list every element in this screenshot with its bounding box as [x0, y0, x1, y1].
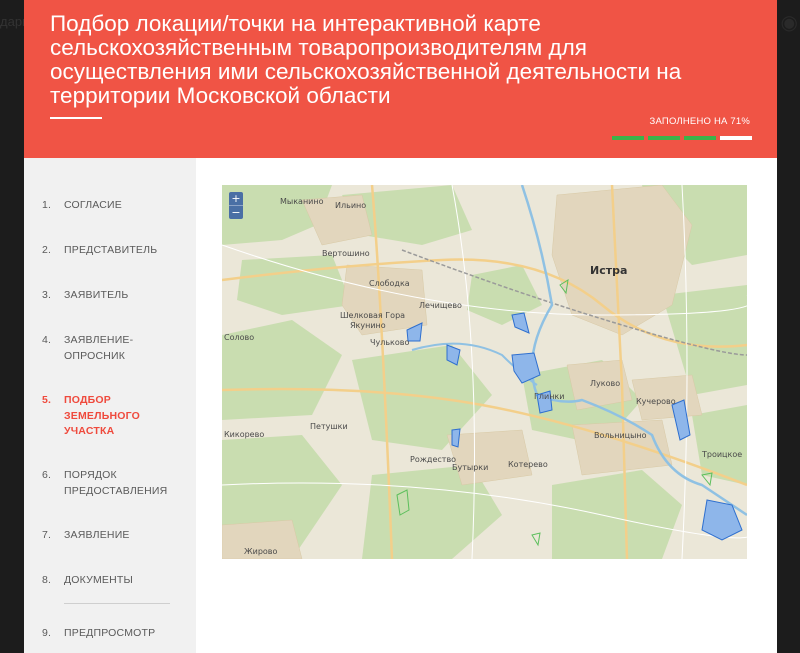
progress-segment	[648, 136, 680, 140]
progress-bar	[612, 136, 752, 140]
page-title: Подбор локации/точки на интерактивной ка…	[50, 11, 682, 108]
step-label: ПРЕДСТАВИТЕЛЬ	[64, 244, 158, 256]
backdrop-text: дарг	[0, 14, 27, 29]
progress-label: ЗАПОЛНЕНО НА 71%	[649, 116, 750, 127]
progress-segment	[720, 136, 752, 140]
map-label: Троицкое	[702, 450, 743, 459]
step-number: 4.	[42, 334, 52, 346]
step-number: 9.	[42, 627, 52, 639]
zoom-in-button[interactable]: +	[229, 192, 243, 205]
map-label: Истра	[590, 264, 628, 277]
step-item[interactable]: 1. СОГЛАСИЕ	[42, 198, 174, 214]
step-item[interactable]: 5. ПОДБОР ЗЕМЕЛЬНОГО УЧАСТКА	[42, 393, 174, 440]
step-item[interactable]: 2. ПРЕДСТАВИТЕЛЬ	[42, 243, 174, 259]
step-item[interactable]: 8. ДОКУМЕНТЫ	[42, 573, 174, 589]
step-label: ПОДБОР ЗЕМЕЛЬНОГО УЧАСТКА	[64, 394, 140, 437]
progress-segment	[612, 136, 644, 140]
wizard-modal: Подбор локации/точки на интерактивной ка…	[24, 0, 777, 653]
title-underline	[50, 117, 102, 119]
step-label: ПОРЯДОК ПРЕДОСТАВЛЕНИЯ	[64, 469, 168, 497]
step-item[interactable]: 6. ПОРЯДОК ПРЕДОСТАВЛЕНИЯ	[42, 468, 174, 499]
step-label: ЗАЯВЛЕНИЕ	[64, 529, 130, 541]
map-label: Шелковая Гора	[340, 311, 406, 320]
steps-sidebar: 1. СОГЛАСИЕ 2. ПРЕДСТАВИТЕЛЬ 3. ЗАЯВИТЕЛЬ 4. ЗА…	[24, 158, 196, 653]
map-label: Слободка	[369, 279, 410, 288]
main-content: + − Мыканино Ильино Вертошино Истра Слоб…	[196, 158, 777, 653]
step-number: 5.	[42, 394, 52, 406]
step-label: ДОКУМЕНТЫ	[64, 574, 134, 586]
step-number: 8.	[42, 574, 52, 586]
map-label: Глинки	[534, 392, 565, 401]
map-label: Ильино	[335, 201, 367, 210]
map-label: Петушки	[310, 422, 348, 431]
step-label: ЗАЯВИТЕЛЬ	[64, 289, 129, 301]
header: Подбор локации/точки на интерактивной ка…	[24, 0, 777, 158]
step-number: 1.	[42, 199, 52, 211]
eye-icon: ◉	[780, 12, 798, 34]
step-item[interactable]: 3. ЗАЯВИТЕЛЬ	[42, 288, 174, 304]
map-canvas[interactable]	[222, 185, 747, 559]
map-label: Луково	[590, 379, 621, 388]
map-label: Рождество	[410, 455, 457, 464]
step-label: СОГЛАСИЕ	[64, 199, 123, 211]
map-label: Мыканино	[280, 197, 324, 206]
zoom-control: + −	[229, 192, 243, 219]
step-number: 2.	[42, 244, 52, 256]
step-number: 7.	[42, 529, 52, 541]
map-label: Чульково	[370, 338, 410, 347]
zoom-out-button[interactable]: −	[229, 205, 243, 219]
map-label: Кикорево	[224, 430, 265, 439]
map-label: Кучерово	[636, 397, 676, 406]
step-number: 3.	[42, 289, 52, 301]
map-label: Якунино	[350, 321, 386, 330]
map-label: Бутырки	[452, 463, 489, 472]
step-item[interactable]: 7. ЗАЯВЛЕНИЕ	[42, 528, 174, 544]
step-label: ПРЕДПРОСМОТР	[64, 627, 156, 639]
progress-segment	[684, 136, 716, 140]
step-item[interactable]: 9. ПРЕДПРОСМОТР	[42, 626, 174, 642]
map-label: Вольницыно	[594, 431, 647, 440]
step-label: ЗАЯВЛЕНИЕ-ОПРОСНИК	[64, 334, 134, 362]
map-label: Вертошино	[322, 249, 370, 258]
step-item[interactable]: 4. ЗАЯВЛЕНИЕ-ОПРОСНИК	[42, 333, 174, 364]
map-label: Жирово	[244, 547, 278, 556]
map-label: Лечищево	[419, 301, 462, 310]
step-number: 6.	[42, 469, 52, 481]
map-label: Солово	[224, 333, 255, 342]
interactive-map[interactable]: + − Мыканино Ильино Вертошино Истра Слоб…	[222, 185, 747, 559]
sidebar-divider	[64, 603, 170, 604]
map-label: Котерево	[508, 460, 548, 469]
